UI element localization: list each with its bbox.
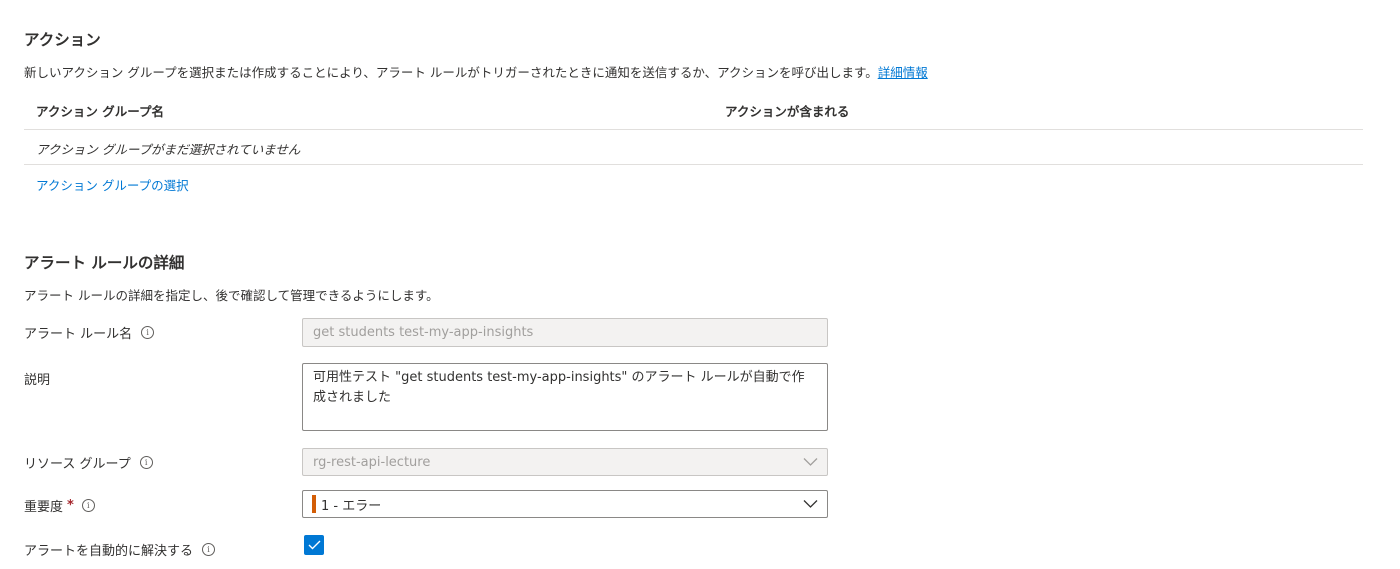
severity-select[interactable]: 1 - エラー xyxy=(302,490,828,518)
details-description: アラート ルールの詳細を指定し、後で確認して管理できるようにします。 xyxy=(24,288,439,303)
resource-group-label: リソース グループ i xyxy=(24,453,153,472)
description-label: 説明 xyxy=(24,369,50,388)
table-row-divider xyxy=(24,164,1363,165)
actions-description-text: 新しいアクション グループを選択または作成することにより、アラート ルールがトリ… xyxy=(24,65,878,80)
description-textarea[interactable]: 可用性テスト "get students test-my-app-insight… xyxy=(302,363,828,431)
details-section-title: アラート ルールの詳細 xyxy=(24,254,185,272)
rule-name-label-text: アラート ルール名 xyxy=(24,327,133,342)
severity-value: 1 - エラー xyxy=(321,498,382,514)
table-header-divider xyxy=(24,129,1363,130)
actions-section-title: アクション xyxy=(24,31,101,49)
rule-name-label: アラート ルール名 i xyxy=(24,323,155,342)
checkmark-icon xyxy=(308,540,320,550)
description-label-text: 説明 xyxy=(24,373,51,388)
severity-label-text: 重要度 xyxy=(24,500,64,515)
info-icon[interactable]: i xyxy=(139,456,153,469)
severity-label: 重要度 * i xyxy=(24,496,95,515)
auto-resolve-checkbox[interactable] xyxy=(304,535,324,555)
select-action-group-link[interactable]: アクション グループの選択 xyxy=(36,175,189,194)
resource-group-select[interactable]: rg-rest-api-lecture xyxy=(302,448,828,476)
auto-resolve-label-text: アラートを自動的に解決する xyxy=(24,544,194,559)
rule-name-input[interactable]: get students test-my-app-insights xyxy=(302,318,828,347)
learn-more-link[interactable]: 詳細情報 xyxy=(878,65,928,80)
resource-group-label-text: リソース グループ xyxy=(24,457,131,472)
empty-table-row: アクション グループがまだ選択されていません xyxy=(36,142,301,157)
chevron-down-icon xyxy=(803,458,818,466)
chevron-down-icon xyxy=(803,500,818,508)
actions-description: 新しいアクション グループを選択または作成することにより、アラート ルールがトリ… xyxy=(24,62,928,81)
resource-group-value: rg-rest-api-lecture xyxy=(313,454,431,470)
info-icon[interactable]: i xyxy=(141,326,155,339)
required-mark: * xyxy=(67,498,74,513)
info-icon[interactable]: i xyxy=(81,499,95,512)
auto-resolve-label: アラートを自動的に解決する i xyxy=(24,540,216,559)
severity-color-indicator xyxy=(312,495,316,513)
table-header-actions-included: アクションが含まれる xyxy=(725,104,850,119)
info-icon[interactable]: i xyxy=(202,543,216,556)
table-header-action-group-name: アクション グループ名 xyxy=(36,104,164,119)
